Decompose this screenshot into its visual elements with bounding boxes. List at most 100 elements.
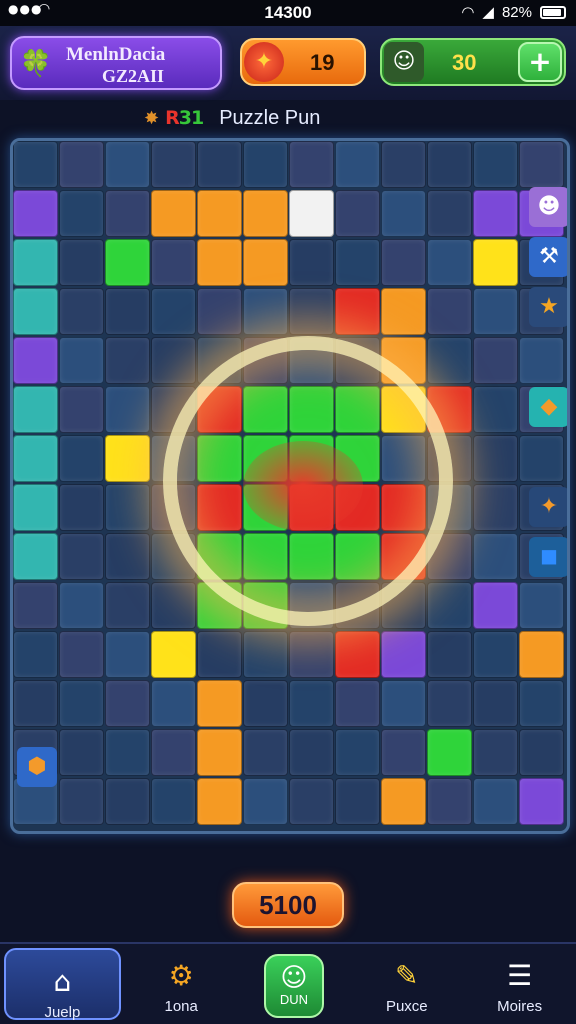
puzzle-piece[interactable] [243, 533, 288, 580]
puzzle-piece[interactable] [427, 239, 472, 286]
puzzle-piece[interactable] [197, 288, 242, 335]
gold-piece-icon[interactable]: ⬢ [17, 747, 57, 787]
puzzle-piece[interactable] [151, 141, 196, 188]
puzzle-piece[interactable] [335, 288, 380, 335]
puzzle-piece[interactable] [243, 435, 288, 482]
puzzle-piece[interactable] [59, 141, 104, 188]
puzzle-piece[interactable] [151, 239, 196, 286]
puzzle-piece[interactable] [381, 778, 426, 825]
puzzle-piece[interactable] [151, 386, 196, 433]
puzzle-piece[interactable] [335, 582, 380, 629]
puzzle-piece[interactable] [105, 484, 150, 531]
puzzle-piece[interactable] [13, 484, 58, 531]
puzzle-piece[interactable] [381, 239, 426, 286]
star-piece-icon[interactable]: ★ [529, 287, 567, 327]
puzzle-piece[interactable] [13, 337, 58, 384]
puzzle-piece[interactable] [381, 141, 426, 188]
puzzle-piece[interactable] [105, 435, 150, 482]
puzzle-piece[interactable] [197, 631, 242, 678]
puzzle-piece[interactable] [197, 337, 242, 384]
puzzle-piece[interactable] [289, 386, 334, 433]
puzzle-piece[interactable] [519, 141, 564, 188]
star-piece-icon[interactable]: ✦ [529, 487, 567, 527]
puzzle-piece[interactable] [105, 729, 150, 776]
puzzle-piece[interactable] [243, 141, 288, 188]
puzzle-piece[interactable] [197, 680, 242, 727]
puzzle-piece[interactable] [151, 533, 196, 580]
nav-item-home[interactable]: ⌂ Juelp [4, 948, 121, 1021]
puzzle-piece[interactable] [519, 337, 564, 384]
puzzle-piece[interactable] [13, 680, 58, 727]
puzzle-piece[interactable] [105, 533, 150, 580]
puzzle-piece[interactable] [427, 435, 472, 482]
puzzle-piece[interactable] [197, 778, 242, 825]
puzzle-piece[interactable] [243, 239, 288, 286]
puzzle-piece[interactable] [381, 435, 426, 482]
puzzle-piece[interactable] [335, 141, 380, 188]
puzzle-piece[interactable] [335, 778, 380, 825]
puzzle-piece[interactable] [243, 288, 288, 335]
puzzle-piece[interactable] [151, 337, 196, 384]
puzzle-piece[interactable] [197, 435, 242, 482]
puzzle-board[interactable]: ☻ ⚒ ★ ◆ ✦ ◼ ⬢ [10, 138, 570, 834]
puzzle-piece[interactable] [197, 533, 242, 580]
puzzle-piece[interactable] [289, 582, 334, 629]
puzzle-piece[interactable] [243, 484, 288, 531]
puzzle-piece[interactable] [473, 435, 518, 482]
puzzle-piece[interactable] [381, 484, 426, 531]
puzzle-piece[interactable] [105, 631, 150, 678]
add-button[interactable]: + [518, 42, 562, 82]
puzzle-piece[interactable] [13, 533, 58, 580]
puzzle-piece[interactable] [197, 190, 242, 237]
puzzle-piece[interactable] [59, 533, 104, 580]
puzzle-piece[interactable] [519, 631, 564, 678]
puzzle-piece[interactable] [335, 435, 380, 482]
puzzle-piece[interactable] [151, 582, 196, 629]
puzzle-piece[interactable] [519, 680, 564, 727]
puzzle-piece[interactable] [289, 288, 334, 335]
puzzle-piece[interactable] [243, 680, 288, 727]
puzzle-piece[interactable] [151, 680, 196, 727]
puzzle-piece[interactable] [59, 190, 104, 237]
puzzle-piece[interactable] [381, 582, 426, 629]
puzzle-piece[interactable] [13, 582, 58, 629]
puzzle-piece[interactable] [151, 484, 196, 531]
puzzle-piece[interactable] [519, 582, 564, 629]
puzzle-piece[interactable] [289, 631, 334, 678]
puzzle-piece[interactable] [197, 386, 242, 433]
puzzle-piece[interactable] [335, 680, 380, 727]
puzzle-piece[interactable] [289, 141, 334, 188]
puzzle-piece[interactable] [427, 386, 472, 433]
puzzle-piece[interactable] [381, 631, 426, 678]
puzzle-piece[interactable] [197, 582, 242, 629]
puzzle-piece[interactable] [151, 190, 196, 237]
gem-piece-icon[interactable]: ◆ [529, 387, 567, 427]
nav-item-more[interactable]: ☰ Moires [463, 944, 576, 1024]
puzzle-piece[interactable] [289, 190, 334, 237]
puzzle-piece[interactable] [335, 190, 380, 237]
puzzle-piece[interactable] [13, 141, 58, 188]
puzzle-piece[interactable] [151, 729, 196, 776]
puzzle-piece[interactable] [243, 729, 288, 776]
puzzle-piece[interactable] [59, 386, 104, 433]
puzzle-piece[interactable] [105, 386, 150, 433]
puzzle-piece[interactable] [289, 680, 334, 727]
puzzle-piece[interactable] [473, 141, 518, 188]
puzzle-piece[interactable] [13, 239, 58, 286]
puzzle-piece[interactable] [13, 435, 58, 482]
puzzle-piece[interactable] [243, 337, 288, 384]
puzzle-piece[interactable] [381, 337, 426, 384]
puzzle-piece[interactable] [289, 729, 334, 776]
puzzle-piece[interactable] [105, 337, 150, 384]
nav-item-puzzle[interactable]: ✎ Puxce [350, 944, 463, 1024]
puzzle-piece[interactable] [427, 778, 472, 825]
nav-item-play[interactable]: ☺ DUN [238, 944, 351, 1024]
puzzle-piece[interactable] [243, 631, 288, 678]
puzzle-piece[interactable] [427, 288, 472, 335]
puzzle-piece[interactable] [381, 190, 426, 237]
puzzle-piece[interactable] [381, 288, 426, 335]
puzzle-piece[interactable] [427, 729, 472, 776]
puzzle-piece[interactable] [335, 631, 380, 678]
puzzle-piece[interactable] [151, 631, 196, 678]
puzzle-piece[interactable] [13, 386, 58, 433]
